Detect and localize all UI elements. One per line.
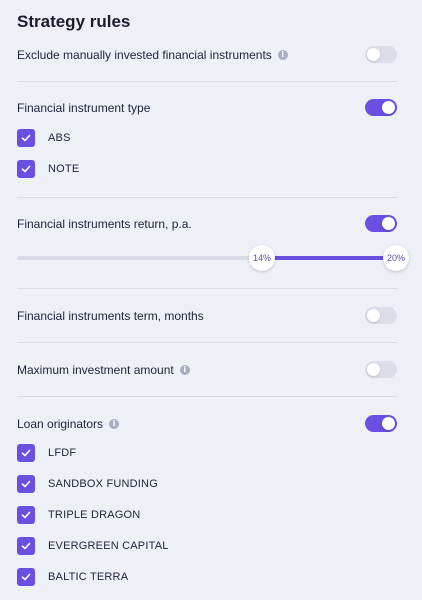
- toggle-knob: [382, 217, 395, 230]
- info-icon[interactable]: i: [109, 418, 120, 429]
- rule-instrument-type: Financial instrument type: [17, 99, 397, 116]
- baltic-terra-checkbox[interactable]: [17, 568, 35, 586]
- abs-checkbox[interactable]: [17, 129, 35, 147]
- return-slider-max-handle[interactable]: 20%: [383, 245, 409, 271]
- rule-exclude-manual-label: Exclude manually invested financial inst…: [17, 47, 272, 62]
- term-toggle[interactable]: [365, 307, 397, 324]
- rule-exclude-manual: Exclude manually invested financial inst…: [17, 46, 397, 63]
- instrument-type-toggle[interactable]: [365, 99, 397, 116]
- divider: [17, 197, 397, 198]
- rule-return-label: Financial instruments return, p.a.: [17, 216, 192, 231]
- abs-label: ABS: [48, 132, 71, 144]
- note-label: NOTE: [48, 163, 80, 175]
- checkbox-row-abs: ABS: [17, 129, 71, 147]
- divider: [17, 81, 397, 82]
- sandbox-funding-checkbox[interactable]: [17, 475, 35, 493]
- sandbox-funding-label: SANDBOX FUNDING: [48, 478, 158, 490]
- strategy-rules-panel: Strategy rules Exclude manually invested…: [0, 0, 422, 600]
- rule-max-investment: Maximum investment amount i: [17, 361, 397, 378]
- rule-instrument-type-label: Financial instrument type: [17, 100, 151, 115]
- checkbox-row-evergreen-capital: EVERGREEN CAPITAL: [17, 537, 169, 555]
- rule-term-label: Financial instruments term, months: [17, 308, 204, 323]
- note-checkbox[interactable]: [17, 160, 35, 178]
- checkbox-row-baltic-terra: BALTIC TERRA: [17, 568, 128, 586]
- checkbox-row-triple-dragon: TRIPLE DRAGON: [17, 506, 140, 524]
- check-icon: [21, 480, 31, 488]
- rule-loan-originators-label: Loan originators: [17, 416, 104, 431]
- rule-term: Financial instruments term, months: [17, 307, 397, 324]
- page-title: Strategy rules: [17, 12, 131, 31]
- triple-dragon-label: TRIPLE DRAGON: [48, 509, 141, 521]
- evergreen-capital-label: EVERGREEN CAPITAL: [48, 540, 169, 552]
- toggle-knob: [382, 101, 395, 114]
- divider: [17, 342, 397, 343]
- info-icon[interactable]: i: [277, 49, 288, 60]
- checkbox-row-note: NOTE: [17, 160, 79, 178]
- check-icon: [21, 511, 31, 519]
- checkbox-row-lfdf: LFDF: [17, 444, 76, 462]
- check-icon: [21, 573, 31, 581]
- return-slider-min-handle[interactable]: 14%: [249, 245, 275, 271]
- check-icon: [21, 134, 31, 142]
- rule-return: Financial instruments return, p.a.: [17, 215, 397, 232]
- toggle-knob: [367, 363, 380, 376]
- checkbox-row-sandbox-funding: SANDBOX FUNDING: [17, 475, 158, 493]
- check-icon: [21, 449, 31, 457]
- loan-originators-toggle[interactable]: [365, 415, 397, 432]
- rule-loan-originators: Loan originators i: [17, 415, 397, 432]
- info-icon[interactable]: i: [179, 364, 190, 375]
- return-slider-range: [262, 256, 396, 260]
- check-icon: [21, 542, 31, 550]
- toggle-knob: [367, 309, 380, 322]
- toggle-knob: [367, 48, 380, 61]
- lfdf-checkbox[interactable]: [17, 444, 35, 462]
- triple-dragon-checkbox[interactable]: [17, 506, 35, 524]
- toggle-knob: [382, 417, 395, 430]
- lfdf-label: LFDF: [48, 447, 77, 459]
- check-icon: [21, 165, 31, 173]
- rule-max-investment-label: Maximum investment amount: [17, 362, 174, 377]
- divider: [17, 288, 397, 289]
- divider: [17, 396, 397, 397]
- baltic-terra-label: BALTIC TERRA: [48, 571, 129, 583]
- max-investment-toggle[interactable]: [365, 361, 397, 378]
- evergreen-capital-checkbox[interactable]: [17, 537, 35, 555]
- return-toggle[interactable]: [365, 215, 397, 232]
- exclude-manual-toggle[interactable]: [365, 46, 397, 63]
